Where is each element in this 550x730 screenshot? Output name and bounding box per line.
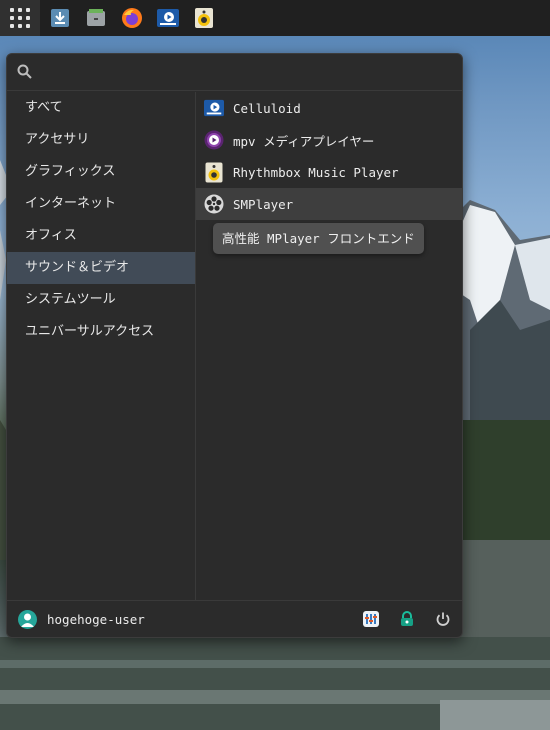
lock-icon: [401, 611, 413, 626]
menu-footer: hogehoge-user: [7, 600, 462, 637]
files-launcher[interactable]: [78, 0, 114, 36]
category-list: すべて アクセサリ グラフィックス インターネット オフィス サウンド＆ビデオ …: [7, 92, 196, 600]
user-icon: [21, 613, 34, 627]
category-internet[interactable]: インターネット: [7, 188, 195, 220]
celluloid-icon: [204, 99, 224, 117]
lock-screen-button[interactable]: [397, 609, 417, 629]
category-universal-access[interactable]: ユニバーサルアクセス: [7, 316, 195, 348]
rhythmbox-launcher[interactable]: [186, 0, 222, 36]
category-all[interactable]: すべて: [7, 92, 195, 124]
application-menu: すべて アクセサリ グラフィックス インターネット オフィス サウンド＆ビデオ …: [6, 53, 463, 638]
app-grid-icon: [10, 8, 30, 28]
app-grid-button[interactable]: [0, 0, 40, 36]
app-label: Celluloid: [233, 100, 301, 116]
power-icon: [436, 612, 450, 626]
app-label: Rhythmbox Music Player: [233, 164, 399, 180]
category-accessories[interactable]: アクセサリ: [7, 124, 195, 156]
app-item-mpv[interactable]: mpv メディアプレイヤー: [196, 124, 462, 156]
taskbar: [0, 0, 550, 36]
search-bar: [7, 54, 462, 91]
power-button[interactable]: [433, 609, 453, 629]
smplayer-icon: [204, 194, 224, 214]
user-name[interactable]: hogehoge-user: [47, 601, 145, 637]
firefox-launcher[interactable]: [114, 0, 150, 36]
downloads-icon: [51, 9, 69, 27]
files-icon: [87, 9, 105, 26]
celluloid-launcher[interactable]: [150, 0, 186, 36]
rhythmbox-icon: [205, 162, 223, 182]
app-item-rhythmbox[interactable]: Rhythmbox Music Player: [196, 156, 462, 188]
celluloid-icon: [157, 9, 179, 27]
downloads-launcher[interactable]: [42, 0, 78, 36]
firefox-icon: [122, 8, 142, 28]
settings-icon: [363, 611, 379, 627]
category-graphics[interactable]: グラフィックス: [7, 156, 195, 188]
search-input[interactable]: [41, 60, 445, 86]
search-icon: [17, 64, 32, 79]
app-tooltip: 高性能 MPlayer フロントエンド: [213, 223, 424, 254]
app-label: SMPlayer: [233, 196, 294, 212]
app-item-celluloid[interactable]: Celluloid: [196, 92, 462, 124]
mpv-icon: [204, 130, 224, 150]
avatar[interactable]: [18, 610, 37, 629]
category-system-tools[interactable]: システムツール: [7, 284, 195, 316]
rhythmbox-icon: [195, 8, 213, 28]
app-label: mpv メディアプレイヤー: [233, 133, 375, 149]
application-list: Celluloid mpv メディアプレイヤー Rhythmbox Music …: [196, 92, 462, 600]
settings-button[interactable]: [361, 609, 381, 629]
app-item-smplayer[interactable]: SMPlayer: [196, 188, 462, 220]
category-office[interactable]: オフィス: [7, 220, 195, 252]
category-sound-video[interactable]: サウンド＆ビデオ: [7, 252, 195, 284]
